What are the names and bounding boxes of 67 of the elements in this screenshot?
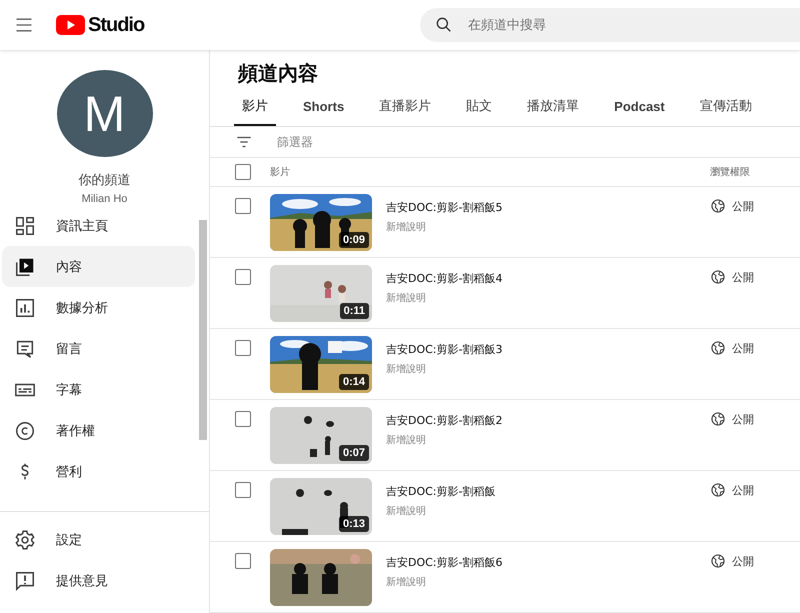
sidebar-item[interactable]: 字幕 (2, 369, 195, 410)
copyright-icon (14, 420, 36, 442)
sidebar-item[interactable]: 著作權 (2, 410, 195, 451)
feedback-icon (14, 570, 36, 592)
description-link[interactable]: 新增說明 (386, 220, 710, 234)
search-field[interactable]: 在頻道中搜尋 (420, 8, 800, 42)
bar-chart-icon (14, 296, 36, 318)
logo-text[interactable]: Studio (88, 13, 144, 37)
video-title[interactable]: 吉安DOC:剪影-割稻飯3 (386, 342, 710, 357)
globe-icon (710, 482, 726, 498)
tab[interactable]: 播放清單 (519, 88, 588, 126)
sidebar-item[interactable]: 營利 (2, 451, 195, 492)
video-title[interactable]: 吉安DOC:剪影-割稻飯5 (386, 200, 710, 215)
page-title: 頻道內容 (236, 60, 319, 87)
visibility-status: 公開 (732, 270, 754, 284)
video-title[interactable]: 吉安DOC:剪影-割稻飯2 (386, 413, 710, 428)
tab[interactable]: 直播影片 (371, 88, 440, 126)
description-link[interactable]: 新增說明 (386, 504, 710, 518)
sidebar-item[interactable]: 提供意見 (2, 560, 209, 601)
channel-label: 你的頻道 (78, 172, 130, 189)
tab[interactable]: 宣傳活動 (692, 88, 760, 126)
youtube-logo-icon[interactable] (56, 15, 85, 35)
sidebar-item[interactable]: 內容 (2, 246, 195, 287)
duration-badge: 0:14 (338, 374, 369, 390)
globe-icon (710, 553, 726, 569)
video-title[interactable]: 吉安DOC:剪影-割稻飯 (386, 484, 710, 499)
checkbox[interactable] (235, 411, 251, 427)
checkbox[interactable] (235, 164, 251, 180)
tab[interactable]: Podcast (606, 88, 673, 126)
checkbox[interactable] (235, 198, 251, 214)
duration-badge: 0:13 (338, 516, 369, 532)
dashboard-icon (14, 214, 36, 236)
checkbox[interactable] (235, 482, 251, 498)
visibility-status: 公開 (732, 412, 754, 426)
tab[interactable]: 影片 (234, 88, 276, 126)
visibility-status: 公開 (732, 198, 754, 214)
sidebar-item[interactable]: 留言 (2, 328, 195, 369)
sidebar-item[interactable]: 設定 (2, 519, 209, 560)
description-link[interactable]: 新增說明 (386, 575, 710, 589)
visibility-status: 公開 (732, 554, 754, 568)
checkbox[interactable] (235, 340, 251, 356)
visibility-status: 公開 (732, 482, 754, 498)
scrollbar-thumb[interactable] (199, 220, 207, 440)
sidebar-item[interactable]: 數據分析 (2, 287, 195, 328)
settings-icon (14, 528, 36, 550)
column-header: 瀏覽權限 (710, 166, 751, 180)
sidebar-item[interactable]: 資訊主頁 (2, 205, 195, 246)
channel-name: Milian Ho (82, 193, 128, 205)
tab[interactable]: 貼文 (458, 88, 500, 126)
globe-icon (710, 198, 726, 214)
duration-badge: 0:07 (338, 445, 369, 461)
description-link[interactable]: 新增說明 (386, 362, 710, 376)
checkbox[interactable] (235, 269, 251, 285)
globe-icon (710, 340, 726, 356)
duration-badge: 0:09 (338, 232, 369, 248)
column-header: 影片 (270, 166, 291, 180)
checkbox[interactable] (235, 553, 251, 569)
video-title[interactable]: 吉安DOC:剪影-割稻飯6 (386, 555, 710, 570)
globe-icon (710, 411, 726, 427)
description-link[interactable]: 新增說明 (386, 433, 710, 447)
video-title[interactable]: 吉安DOC:剪影-割稻飯4 (386, 271, 710, 286)
visibility-status: 公開 (732, 340, 754, 356)
globe-icon (710, 269, 726, 285)
tab[interactable]: Shorts (295, 88, 352, 126)
duration-badge: 0:11 (340, 303, 369, 319)
description-link[interactable]: 新增說明 (386, 291, 710, 305)
avatar[interactable]: M (56, 70, 152, 157)
